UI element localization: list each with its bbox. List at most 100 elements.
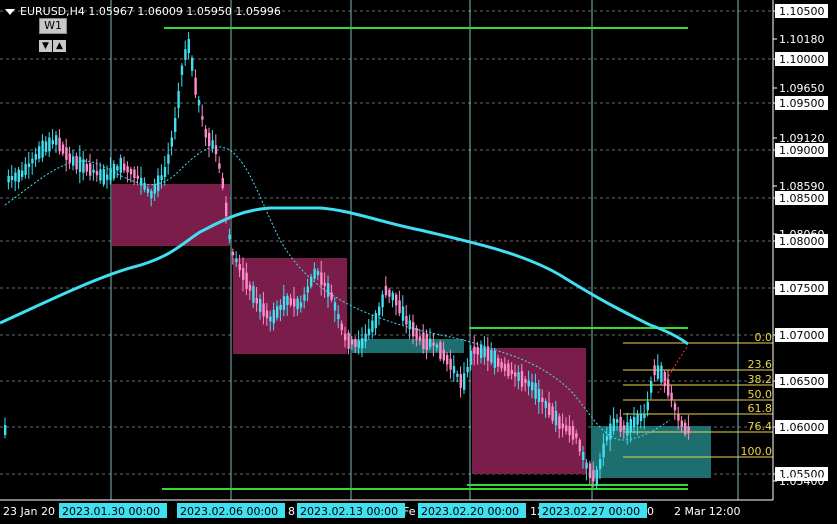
candle-body: [497, 358, 500, 367]
demand-zone-1[interactable]: [350, 339, 464, 353]
scroll-up-arrow-icon[interactable]: ▲: [53, 40, 66, 52]
candle-body: [384, 285, 388, 296]
candle-body: [245, 272, 248, 289]
price-tick-label: 1.06500: [779, 375, 825, 388]
candle-body: [187, 39, 190, 53]
candle-body: [483, 346, 486, 358]
candle-body: [112, 163, 116, 179]
candle-body: [388, 289, 391, 297]
candle-body: [357, 340, 360, 348]
candle-body: [89, 163, 92, 176]
candle-body: [38, 146, 41, 159]
candle-body: [48, 137, 51, 152]
candle-body: [398, 300, 401, 314]
candle-body: [296, 298, 299, 310]
candle-body: [595, 469, 598, 486]
candle-body: [347, 332, 350, 349]
candle-body: [425, 333, 428, 351]
candle-body: [194, 77, 197, 95]
time-tick-label: 23 Jan 20: [3, 505, 55, 518]
candle-body: [442, 349, 445, 361]
candle-body: [459, 374, 462, 388]
candle-body: [639, 414, 643, 422]
candle-body: [432, 342, 435, 346]
candle-body: [259, 298, 262, 312]
candle-body: [469, 350, 473, 365]
candle-body: [616, 419, 619, 423]
candle-body: [34, 153, 37, 160]
candle-body: [473, 346, 476, 354]
candle-body: [524, 379, 527, 384]
candle-body: [673, 403, 677, 411]
time-tick-label: 0: [647, 505, 654, 518]
fib-level-label: 76.4: [748, 420, 773, 433]
candle-body: [337, 314, 340, 320]
price-axis: 1.105001.101801.100001.096501.095001.091…: [772, 0, 837, 524]
candle-body: [381, 294, 384, 308]
candle-body: [197, 99, 201, 106]
candle-body: [238, 264, 241, 271]
candle-body: [650, 381, 653, 393]
price-tick-label: 1.09500: [779, 97, 825, 110]
candle-body: [612, 418, 615, 432]
candle-body: [527, 380, 530, 387]
price-tick-label: 1.08000: [779, 235, 825, 248]
candle-body: [350, 339, 354, 345]
candle-body: [150, 191, 153, 199]
fib-level-label: 50.0: [748, 388, 773, 401]
candle-body: [422, 332, 425, 350]
fib-level-label: 38.2: [748, 373, 773, 386]
candle-body: [687, 426, 690, 434]
candle-body: [255, 298, 258, 304]
price-tick-label: 1.09650: [779, 82, 825, 95]
scroll-down-arrow-icon[interactable]: ▼: [39, 40, 52, 52]
candle-body: [653, 365, 656, 376]
collapse-arrow-icon[interactable]: [5, 9, 15, 15]
candle-body: [174, 117, 177, 133]
candle-body: [544, 401, 547, 408]
candle-body: [146, 188, 150, 193]
price-tick-label: 1.07000: [779, 329, 825, 342]
candle-body: [486, 346, 490, 361]
candle-body: [680, 420, 683, 427]
price-tick-label: 1.07500: [779, 282, 825, 295]
candle-body: [129, 168, 133, 175]
candle-body: [163, 167, 167, 177]
time-highlight-label: 2023.02.27 00:00: [542, 505, 640, 518]
candle-body: [119, 157, 122, 173]
candle-body: [299, 302, 303, 308]
candle-body: [316, 270, 320, 276]
candle-body: [41, 140, 44, 158]
candle-body: [293, 298, 296, 307]
candle-body: [310, 276, 313, 287]
supply-zone-1[interactable]: [112, 184, 230, 246]
price-tick-label: 1.06000: [779, 421, 825, 434]
candle-body: [554, 410, 558, 426]
candle-body: [201, 116, 204, 120]
supply-zone-2[interactable]: [233, 258, 347, 354]
demand-zone-2[interactable]: [591, 426, 711, 478]
candle-body: [629, 419, 632, 432]
candle-body: [286, 295, 289, 305]
candle-body: [228, 234, 231, 240]
candle-body: [68, 153, 71, 163]
candle-body: [17, 169, 20, 182]
candle-body: [684, 422, 687, 435]
candle-body: [677, 414, 680, 421]
fib-level-label: 0.0: [755, 331, 773, 344]
period-button-w1[interactable]: W1: [39, 18, 67, 34]
supply-zone-3[interactable]: [472, 348, 586, 474]
candle-body: [537, 388, 541, 402]
candle-body: [493, 351, 496, 368]
candle-body: [568, 426, 571, 436]
candle-body: [663, 371, 666, 387]
candle-body: [446, 354, 449, 365]
time-highlight-label: 2023.02.20 00:00: [421, 505, 519, 518]
candle-body: [27, 163, 31, 168]
price-chart[interactable]: 0.0 23.6 38.2 50.061.8 76.4 100.0 1.10500 1.10…: [0, 0, 837, 524]
candle-body: [548, 402, 551, 416]
candle-body: [670, 392, 673, 400]
candle-body: [282, 296, 286, 310]
time-tick-label: 2 Mar 12:00: [674, 505, 740, 518]
candle-body: [660, 365, 663, 383]
